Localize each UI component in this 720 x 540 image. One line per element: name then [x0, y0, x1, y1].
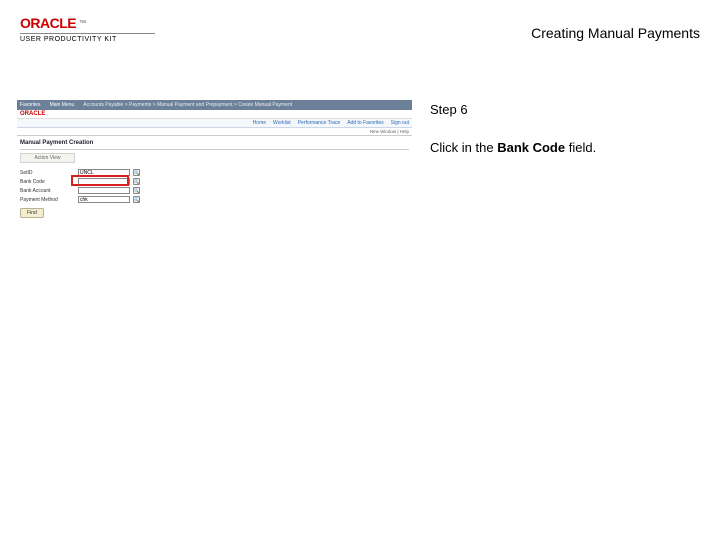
brand-logo: ORACLE ™	[20, 15, 155, 31]
app-screenshot: Favorites Main Menu Accounts Payable > P…	[17, 100, 412, 245]
subnav-perftrace[interactable]: Performance Trace	[298, 120, 341, 126]
app-subnav: Home Worklist Performance Trace Add to F…	[17, 119, 412, 128]
row-bank-code: Bank Code 🔍	[17, 177, 412, 186]
input-bank-code[interactable]	[78, 178, 130, 185]
lookup-icon[interactable]: 🔍	[133, 187, 140, 194]
row-setid: SetID 🔍	[17, 168, 412, 177]
nav-breadcrumb-inline: Accounts Payable > Payments > Manual Pay…	[83, 102, 292, 108]
label-setid: SetID	[20, 170, 75, 176]
section-divider	[20, 149, 409, 150]
label-bank-account: Bank Account	[20, 188, 75, 194]
status-text[interactable]: New Window | Help	[370, 129, 409, 134]
page-title: Creating Manual Payments	[531, 25, 700, 41]
brand-block: ORACLE ™ USER PRODUCTIVITY KIT	[20, 15, 155, 43]
brand-wordmark: ORACLE	[20, 15, 76, 31]
input-bank-account[interactable]	[78, 187, 130, 194]
instruction-panel: Step 6 Click in the Bank Code field.	[430, 100, 695, 157]
section-title: Manual Payment Creation	[17, 136, 412, 148]
brand-tm: ™	[79, 20, 86, 27]
find-button[interactable]: Find	[20, 208, 44, 218]
subnav-worklist[interactable]: Worklist	[273, 120, 291, 126]
app-primary-nav: Favorites Main Menu Accounts Payable > P…	[17, 100, 412, 110]
instruction-before: Click in the	[430, 140, 497, 155]
nav-tab-favorites[interactable]: Favorites	[20, 102, 41, 108]
subnav-signout[interactable]: Sign out	[391, 120, 409, 126]
instruction-after: field.	[565, 140, 596, 155]
subnav-addfav[interactable]: Add to Favorites	[347, 120, 383, 126]
label-payment-method: Payment Method	[20, 197, 75, 203]
action-view-dropdown[interactable]: Action View	[20, 153, 75, 163]
subnav-home[interactable]: Home	[253, 120, 266, 126]
lookup-icon[interactable]: 🔍	[133, 169, 140, 176]
instruction-text: Click in the Bank Code field.	[430, 138, 695, 158]
input-setid[interactable]	[78, 169, 130, 176]
lookup-icon[interactable]: 🔍	[133, 196, 140, 203]
row-bank-account: Bank Account 🔍	[17, 186, 412, 195]
brand-subtitle: USER PRODUCTIVITY KIT	[20, 36, 155, 43]
nav-tab-mainmenu[interactable]: Main Menu	[50, 102, 75, 108]
step-label: Step 6	[430, 100, 695, 120]
label-bank-code: Bank Code	[20, 179, 75, 185]
lookup-icon[interactable]: 🔍	[133, 178, 140, 185]
instruction-bold: Bank Code	[497, 140, 565, 155]
app-logo: ORACLE	[17, 110, 412, 119]
app-status-row: New Window | Help	[17, 128, 412, 136]
row-payment-method: Payment Method 🔍	[17, 195, 412, 204]
input-payment-method[interactable]	[78, 196, 130, 203]
brand-divider	[20, 33, 155, 34]
